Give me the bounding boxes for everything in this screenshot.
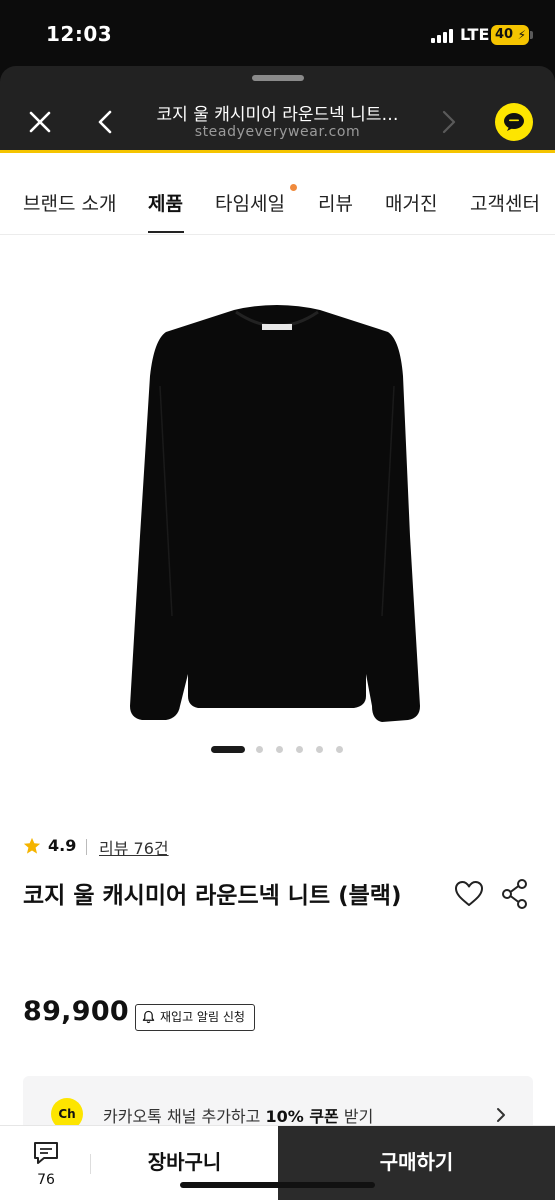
main-nav: 브랜드 소개 제품 타임세일 리뷰 매거진 고객센터 (0, 153, 555, 235)
share-button[interactable] (500, 878, 530, 910)
review-count-link[interactable]: 리뷰 76건 (99, 835, 169, 859)
carousel-dot[interactable] (296, 746, 303, 753)
nav-item-timesale[interactable]: 타임세일 (215, 189, 285, 216)
comment-icon (34, 1142, 58, 1164)
coupon-text-prefix: 카카오톡 채널 추가하고 (103, 1107, 266, 1126)
nav-item-support[interactable]: 고객센터 (470, 189, 540, 216)
buy-now-button[interactable]: 구매하기 (278, 1126, 555, 1200)
kakao-chat-icon (504, 113, 524, 131)
active-tab-indicator (148, 231, 184, 233)
new-badge-dot (290, 184, 297, 191)
forward-icon (442, 110, 456, 134)
page-url[interactable]: steadyeverywear.com (140, 124, 415, 140)
bell-icon (142, 1010, 155, 1024)
carousel-dot[interactable] (336, 746, 343, 753)
battery-icon: 40 ⚡ (491, 25, 529, 45)
coupon-text: 카카오톡 채널 추가하고 10% 쿠폰 받기 (103, 1103, 373, 1127)
rating-divider (86, 839, 87, 855)
back-button[interactable] (92, 104, 120, 140)
heart-icon (455, 881, 483, 906)
carousel-dot[interactable] (276, 746, 283, 753)
page-title: 코지 울 캐시미어 라운드넥 니트… (156, 105, 399, 125)
nav-item-brand[interactable]: 브랜드 소개 (23, 189, 116, 216)
bottom-action-bar: 76 장바구니 구매하기 (0, 1125, 555, 1200)
product-price: 89,900 (23, 996, 129, 1027)
kakao-chat-button[interactable] (495, 103, 533, 141)
review-tab-button[interactable]: 76 (28, 1140, 68, 1190)
home-indicator (180, 1182, 375, 1188)
browser-header: 코지 울 캐시미어 라운드넥 니트… steadyeverywear.com (0, 66, 555, 152)
add-to-cart-button[interactable]: 장바구니 (92, 1126, 277, 1200)
signal-icon (431, 29, 453, 43)
battery-cap (530, 31, 533, 39)
wishlist-button[interactable] (453, 878, 485, 910)
network-label: LTE (460, 25, 490, 44)
nav-item-reviews[interactable]: 리뷰 (318, 189, 353, 216)
sheet-grabber[interactable] (252, 75, 304, 81)
bar-divider (90, 1154, 91, 1174)
nav-item-products[interactable]: 제품 (148, 189, 183, 216)
carousel-dot[interactable] (256, 746, 263, 753)
forward-button[interactable] (434, 104, 462, 140)
back-icon (98, 110, 112, 134)
battery-level: 40 (495, 27, 514, 42)
restock-label: 재입고 알림 신청 (160, 1010, 245, 1024)
review-count: 76 (37, 1172, 55, 1188)
chevron-right-icon (497, 1108, 505, 1122)
coupon-text-suffix: 받기 (338, 1107, 374, 1126)
status-bar: 12:03 LTE 40 ⚡ (0, 0, 555, 64)
restock-alert-button[interactable]: 재입고 알림 신청 (135, 1004, 255, 1031)
close-button[interactable] (22, 104, 58, 140)
share-icon (502, 879, 527, 909)
nav-item-magazine[interactable]: 매거진 (385, 189, 437, 216)
star-icon (23, 837, 41, 854)
sweater-image (130, 305, 420, 722)
coupon-text-highlight: 10% 쿠폰 (265, 1107, 339, 1126)
rating-value: 4.9 (48, 836, 77, 855)
product-image[interactable] (0, 236, 555, 796)
status-time: 12:03 (46, 22, 113, 46)
carousel-dot-active[interactable] (211, 746, 245, 753)
carousel-dot[interactable] (316, 746, 323, 753)
carousel-indicator (0, 745, 555, 755)
close-icon (29, 111, 51, 133)
product-name: 코지 울 캐시미어 라운드넥 니트 (블랙) (23, 883, 402, 909)
